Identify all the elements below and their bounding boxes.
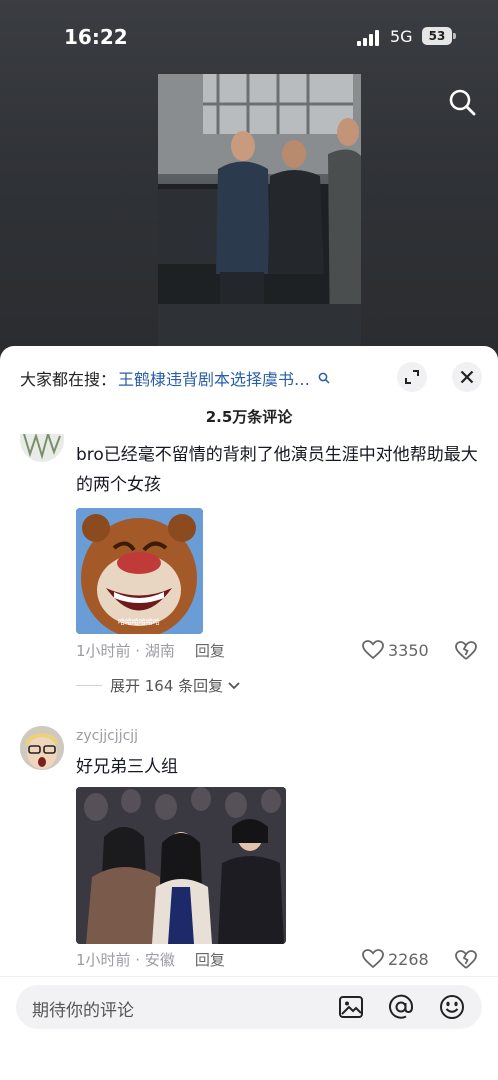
like-count: 3350 (388, 640, 429, 660)
expand-button[interactable] (397, 362, 427, 392)
expand-replies-label: 展开 164 条回复 (110, 677, 224, 695)
like-button[interactable]: 2268 (362, 949, 429, 969)
search-icon[interactable] (448, 88, 476, 116)
close-icon (460, 370, 474, 384)
at-icon[interactable] (388, 994, 414, 1020)
broken-heart-icon[interactable] (455, 950, 477, 970)
reply-button[interactable]: 回复 (195, 949, 225, 970)
signal-icon (357, 30, 383, 46)
network-type: 5G (390, 27, 413, 46)
close-button[interactable] (452, 362, 482, 392)
comment-image[interactable] (76, 787, 286, 944)
heart-icon (362, 640, 384, 660)
like-count: 2268 (388, 949, 429, 969)
comment-text: 好兄弟三人组 (76, 757, 178, 777)
video-thumbnail[interactable] (158, 74, 361, 346)
expand-replies-button[interactable]: 展开 164 条回复 (76, 675, 241, 696)
heart-icon (362, 949, 384, 969)
chevron-down-icon (228, 681, 240, 689)
hot-search-prefix: 大家都在搜： (20, 370, 117, 389)
comment-meta: 1小时前 · 湖南 回复 (76, 640, 225, 661)
avatar[interactable] (20, 726, 64, 770)
comment-input[interactable]: 期待你的评论 (16, 985, 482, 1029)
emoji-icon[interactable] (439, 994, 465, 1020)
comment-count: 2.5万条评论 (205, 408, 293, 426)
status-time: 16:22 (64, 25, 128, 49)
comment-meta: 1小时前 · 安徽 回复 (76, 949, 225, 970)
avatar[interactable] (20, 434, 64, 462)
like-button[interactable]: 3350 (362, 640, 429, 660)
video-background: 16:22 5G 53 (0, 0, 498, 360)
image-icon[interactable] (338, 994, 364, 1020)
comment-time-location: 1小时前 · 安徽 (76, 951, 175, 969)
status-bar: 16:22 5G 53 (0, 22, 498, 54)
battery-level: 53 (422, 27, 452, 45)
battery-icon: 53 (422, 27, 456, 45)
comment-input-area: 期待你的评论 (0, 976, 498, 1080)
search-icon (318, 372, 330, 384)
expand-icon (405, 370, 419, 384)
reply-button[interactable]: 回复 (195, 640, 225, 661)
comment-input-placeholder: 期待你的评论 (32, 1001, 134, 1021)
comment-image[interactable]: 哈哈哈哈哈哈 (76, 508, 203, 634)
comment-text: bro已经毫不留情的背刺了他演员生涯中对他帮助最大的两个女孩 (76, 445, 478, 495)
hot-search-bar[interactable]: 大家都在搜： 王鹤棣违背剧本选择虞书… (20, 366, 330, 390)
comment-panel: 大家都在搜： 王鹤棣违背剧本选择虞书… 2.5万条评论 bro已经毫不留情的背刺… (0, 346, 498, 1080)
comment-username[interactable]: zycjjcjjcjj (76, 728, 138, 744)
comment-time-location: 1小时前 · 湖南 (76, 642, 175, 660)
hot-search-term[interactable]: 王鹤棣违背剧本选择虞书… (118, 366, 310, 390)
image-caption: 哈哈哈哈哈哈 (118, 617, 160, 626)
broken-heart-icon[interactable] (455, 641, 477, 661)
